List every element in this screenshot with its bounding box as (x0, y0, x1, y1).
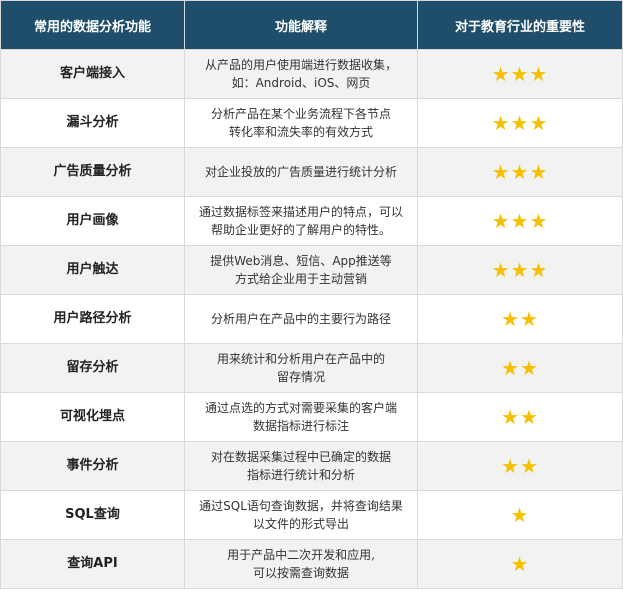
feature-description: 分析产品在某个业务流程下各节点 转化率和流失率的有效方式 (184, 98, 418, 148)
feature-name: 用户触达 (0, 245, 185, 295)
table-body: 客户端接入 从产品的用户使用端进行数据收集， 如：Android、iOS、网页 ★★★… (0, 49, 623, 589)
star-icon: ★ (510, 111, 530, 135)
star-icon: ★ (529, 258, 549, 282)
star-icon: ★ (491, 111, 511, 135)
feature-description: 通过SQL语句查询数据，并将查询结果 以文件的形式导出 (184, 490, 418, 540)
star-icon: ★ (491, 258, 511, 282)
description-line: 用来统计和分析用户在产品中的 (216, 352, 385, 366)
feature-description: 对在数据采集过程中已确定的数据 指标进行统计和分析 (184, 441, 418, 491)
description-line: 方式给企业用于主动营销 (234, 272, 367, 286)
description-line: 用于产品中二次开发和应用, (227, 548, 375, 562)
feature-description: 通过数据标签来描述用户的特点，可以 帮助企业更好的了解用户的特性。 (184, 196, 418, 246)
star-icon: ★ (491, 160, 511, 184)
feature-name: 客户端接入 (0, 49, 185, 99)
star-icon: ★ (520, 405, 539, 429)
star-icon: ★ (520, 454, 539, 478)
feature-name: 用户路径分析 (0, 294, 185, 344)
importance-rating: ★ (417, 539, 623, 589)
importance-rating: ★★ (417, 294, 623, 344)
table-row: 事件分析 对在数据采集过程中已确定的数据 指标进行统计和分析 ★★ (0, 441, 623, 491)
star-icon: ★ (510, 209, 530, 233)
importance-rating: ★★ (417, 441, 623, 491)
star-icon: ★ (501, 454, 520, 478)
feature-description: 提供Web消息、短信、App推送等 方式给企业用于主动营销 (184, 245, 418, 295)
description-line: 对企业投放的广告质量进行统计分析 (204, 165, 397, 179)
importance-rating: ★★★ (417, 196, 623, 246)
importance-rating: ★★★ (417, 147, 623, 197)
table-header: 常用的数据分析功能 功能解释 对于教育行业的重要性 (0, 0, 623, 50)
table-row: 可视化埋点 通过点选的方式对需要采集的客户端 数据指标进行标注 ★★ (0, 392, 623, 442)
description-line: 如：Android、iOS、网页 (231, 76, 371, 90)
table-row: 漏斗分析 分析产品在某个业务流程下各节点 转化率和流失率的有效方式 ★★★ (0, 98, 623, 148)
feature-table-container: 常用的数据分析功能 功能解释 对于教育行业的重要性 客户端接入 从产品的用户使用端… (0, 0, 623, 593)
star-icon: ★ (510, 160, 530, 184)
table-row: 用户触达 提供Web消息、短信、App推送等 方式给企业用于主动营销 ★★★ (0, 245, 623, 295)
star-icon: ★ (529, 62, 549, 86)
description-line: 转化率和流失率的有效方式 (228, 125, 373, 139)
table-row: 查询API 用于产品中二次开发和应用, 可以按需查询数据 ★ (0, 539, 623, 589)
feature-name: SQL查询 (0, 490, 185, 540)
table-row: 用户路径分析 分析用户在产品中的主要行为路径 ★★ (0, 294, 623, 344)
importance-rating: ★★★ (417, 98, 623, 148)
header-importance: 对于教育行业的重要性 (417, 0, 623, 50)
feature-description: 对企业投放的广告质量进行统计分析 (184, 147, 418, 197)
star-icon: ★ (491, 209, 511, 233)
description-line: 指标进行统计和分析 (246, 468, 355, 482)
description-line: 通过点选的方式对需要采集的客户端 (204, 401, 397, 415)
description-line: 留存情况 (276, 370, 325, 384)
importance-rating: ★★ (417, 392, 623, 442)
description-line: 帮助企业更好的了解用户的特性。 (210, 223, 391, 237)
feature-name: 漏斗分析 (0, 98, 185, 148)
feature-description: 分析用户在产品中的主要行为路径 (184, 294, 418, 344)
feature-name: 事件分析 (0, 441, 185, 491)
table-row: 留存分析 用来统计和分析用户在产品中的 留存情况 ★★ (0, 343, 623, 393)
feature-name: 用户画像 (0, 196, 185, 246)
description-line: 通过数据标签来描述用户的特点，可以 (198, 205, 403, 219)
feature-name: 广告质量分析 (0, 147, 185, 197)
feature-name: 可视化埋点 (0, 392, 185, 442)
description-line: 以文件的形式导出 (252, 517, 349, 531)
table-row: 客户端接入 从产品的用户使用端进行数据收集， 如：Android、iOS、网页 ★★★ (0, 49, 623, 99)
star-icon: ★ (510, 62, 530, 86)
description-line: 对在数据采集过程中已确定的数据 (210, 450, 391, 464)
importance-rating: ★ (417, 490, 623, 540)
header-row: 常用的数据分析功能 功能解释 对于教育行业的重要性 (0, 0, 623, 50)
feature-description: 用于产品中二次开发和应用, 可以按需查询数据 (184, 539, 418, 589)
feature-name: 查询API (0, 539, 185, 589)
star-icon: ★ (491, 62, 511, 86)
description-line: 从产品的用户使用端进行数据收集， (204, 58, 397, 72)
feature-description: 通过点选的方式对需要采集的客户端 数据指标进行标注 (184, 392, 418, 442)
importance-rating: ★★★ (417, 245, 623, 295)
star-icon: ★ (529, 160, 549, 184)
star-icon: ★ (501, 356, 520, 380)
star-icon: ★ (529, 111, 549, 135)
description-line: 通过SQL语句查询数据，并将查询结果 (199, 499, 403, 513)
feature-description: 用来统计和分析用户在产品中的 留存情况 (184, 343, 418, 393)
feature-name: 留存分析 (0, 343, 185, 393)
description-line: 数据指标进行标注 (252, 419, 349, 433)
table-row: 用户画像 通过数据标签来描述用户的特点，可以 帮助企业更好的了解用户的特性。 ★★★ (0, 196, 623, 246)
table-row: 广告质量分析 对企业投放的广告质量进行统计分析 ★★★ (0, 147, 623, 197)
description-line: 分析产品在某个业务流程下各节点 (210, 107, 391, 121)
description-line: 可以按需查询数据 (252, 566, 349, 580)
star-icon: ★ (520, 356, 539, 380)
importance-rating: ★★★ (417, 49, 623, 99)
table-row: SQL查询 通过SQL语句查询数据，并将查询结果 以文件的形式导出 ★ (0, 490, 623, 540)
description-line: 分析用户在产品中的主要行为路径 (210, 312, 391, 326)
feature-table: 常用的数据分析功能 功能解释 对于教育行业的重要性 客户端接入 从产品的用户使用端… (0, 0, 623, 589)
description-line: 提供Web消息、短信、App推送等 (210, 254, 392, 268)
header-explanation: 功能解释 (184, 0, 418, 50)
star-icon: ★ (520, 307, 539, 331)
header-feature: 常用的数据分析功能 (0, 0, 185, 50)
star-icon: ★ (510, 552, 530, 576)
star-icon: ★ (510, 258, 530, 282)
star-icon: ★ (510, 503, 530, 527)
star-icon: ★ (501, 405, 520, 429)
importance-rating: ★★ (417, 343, 623, 393)
feature-description: 从产品的用户使用端进行数据收集， 如：Android、iOS、网页 (184, 49, 418, 99)
star-icon: ★ (529, 209, 549, 233)
star-icon: ★ (501, 307, 520, 331)
